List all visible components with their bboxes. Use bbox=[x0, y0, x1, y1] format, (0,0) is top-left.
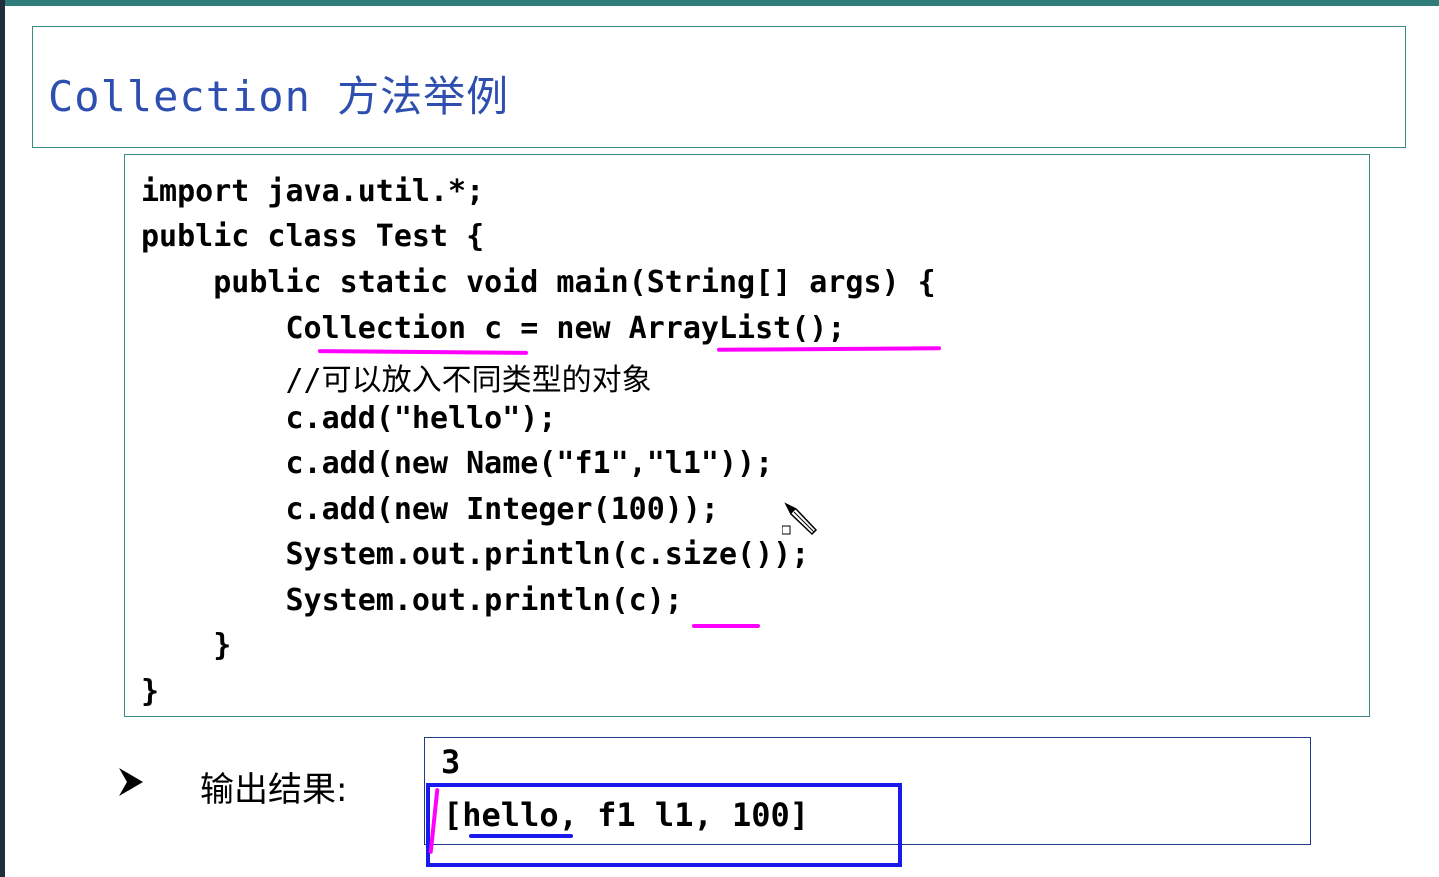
underline-println-c bbox=[692, 624, 760, 628]
output-highlight-box bbox=[426, 783, 902, 867]
code-line-11: } bbox=[141, 628, 232, 663]
pen-cursor-icon bbox=[782, 502, 818, 536]
code-line-4: Collection c = new ArrayList(); bbox=[141, 311, 846, 346]
code-line-6: c.add("hello"); bbox=[141, 401, 557, 436]
code-line-2: public class Test { bbox=[141, 219, 485, 254]
code-line-3: public static void main(String[] args) { bbox=[141, 265, 936, 300]
code-line-8: c.add(new Integer(100)); bbox=[141, 492, 719, 527]
code-line-1: import java.util.*; bbox=[141, 174, 485, 209]
arrowhead-bullet-icon bbox=[119, 768, 143, 796]
title-box: Collection 方法举例 bbox=[32, 26, 1406, 148]
slide-title: Collection 方法举例 bbox=[48, 72, 510, 121]
output-label: 输出结果: bbox=[200, 770, 348, 810]
code-line-12: } bbox=[141, 674, 160, 709]
underline-hello bbox=[469, 834, 573, 838]
code-line-7: c.add(new Name("f1","l1")); bbox=[141, 446, 774, 481]
code-line-10: System.out.println(c); bbox=[141, 583, 683, 618]
code-line-9: System.out.println(c.size()); bbox=[141, 537, 810, 572]
left-edge-bar bbox=[0, 0, 5, 877]
output-line-size: 3 bbox=[441, 743, 461, 781]
top-accent-bar bbox=[0, 0, 1439, 6]
code-comment-line: //可以放入不同类型的对象 bbox=[141, 363, 652, 398]
